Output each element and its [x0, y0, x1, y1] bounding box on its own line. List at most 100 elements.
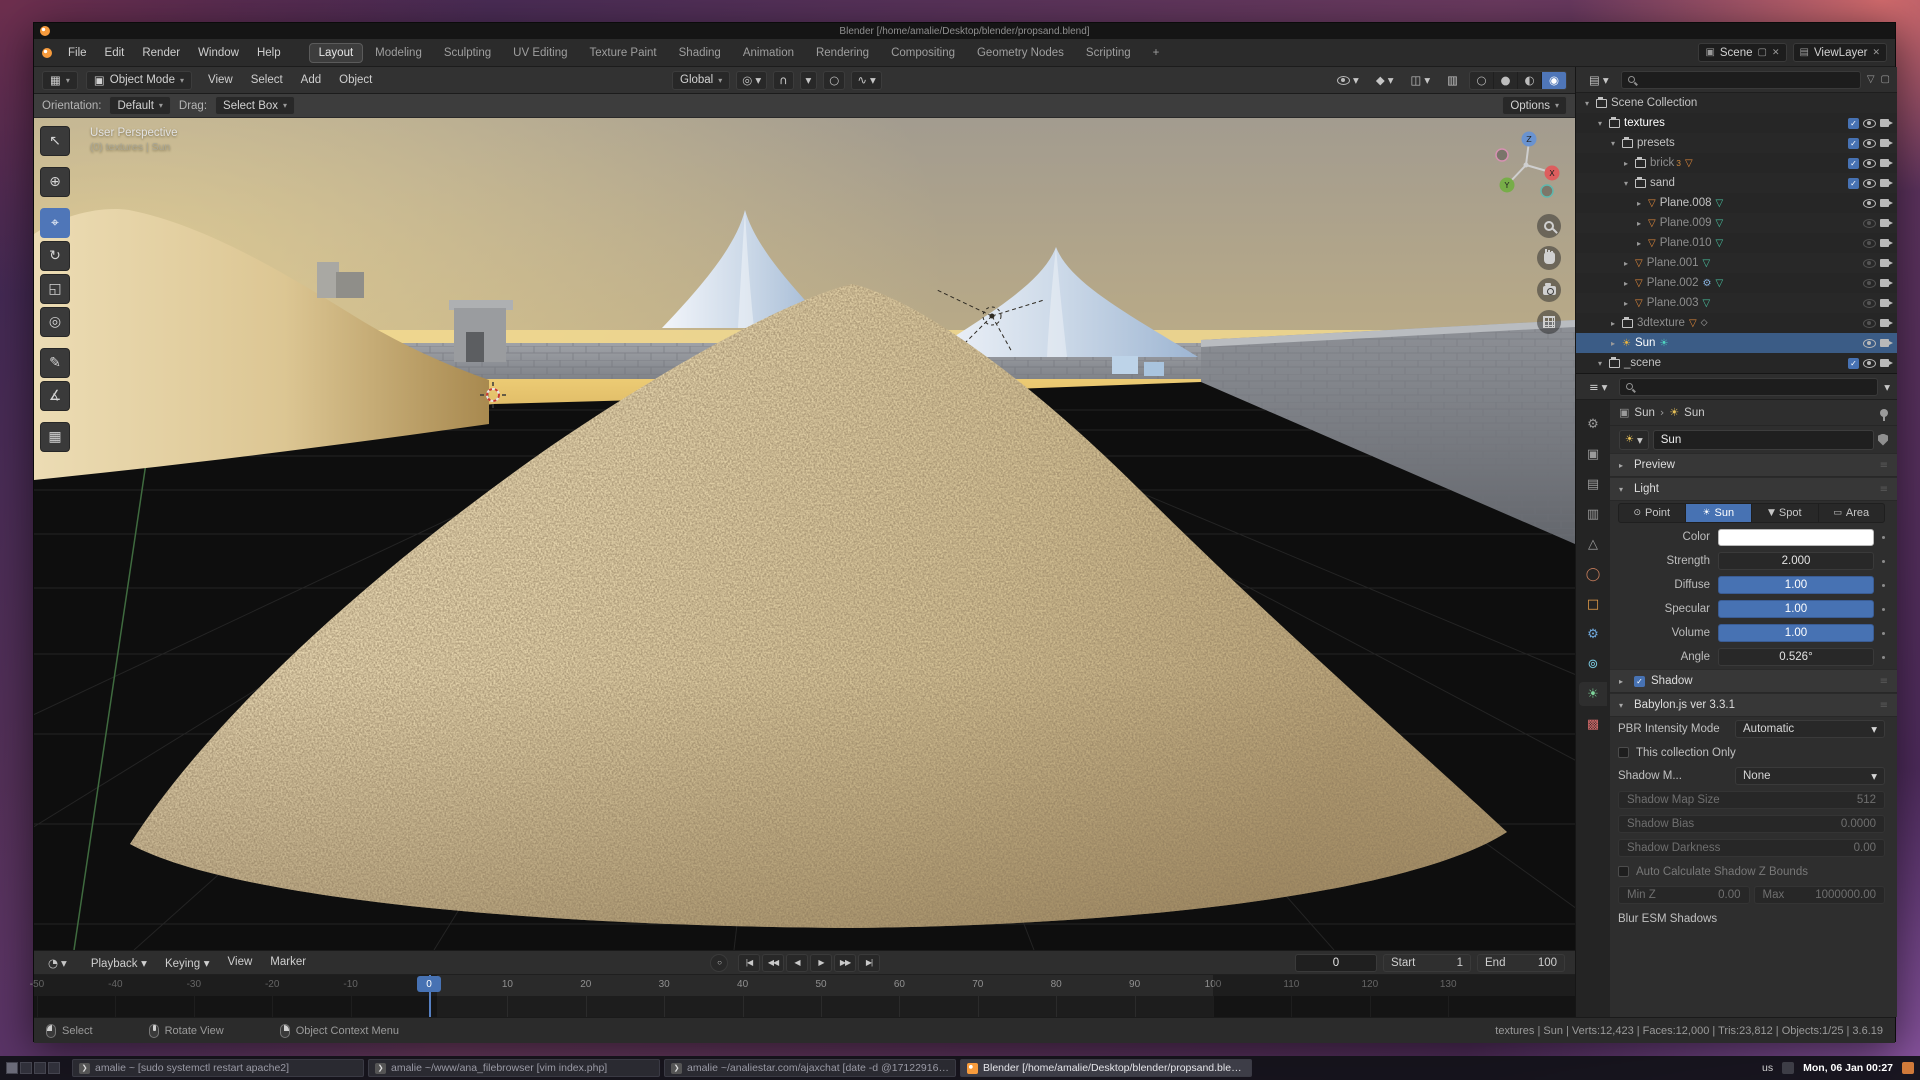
light-type-spot[interactable]: ▼Spot	[1752, 504, 1819, 522]
taskbar-clock[interactable]: Mon, 06 Jan 00:27	[1803, 1062, 1893, 1074]
properties-tab-modifiers[interactable]: ⚙	[1579, 622, 1607, 646]
properties-tab-physics[interactable]: ⊚	[1579, 652, 1607, 676]
collection-checkbox[interactable]: ✓	[1848, 178, 1859, 189]
toggle-ortho-button[interactable]	[1537, 310, 1561, 334]
diffuse-slider[interactable]: 1.00	[1718, 576, 1874, 594]
new-collection-icon[interactable]: ▢	[1881, 74, 1890, 85]
shadow-map-size-field[interactable]: Shadow Map Size 512	[1618, 791, 1885, 809]
zoom-view-button[interactable]	[1537, 214, 1561, 238]
menu-help[interactable]: Help	[249, 44, 289, 62]
orientation-dropdown[interactable]: Default ▾	[109, 96, 170, 115]
breadcrumb-data[interactable]: Sun	[1684, 407, 1704, 419]
outliner-row-sun[interactable]: ▸☀Sun☀	[1576, 333, 1897, 353]
scene-selector[interactable]: ▣ Scene ▢ ✕	[1698, 43, 1786, 62]
annotate-tool-button[interactable]: ✎	[40, 348, 70, 378]
fake-user-shield-icon[interactable]	[1878, 434, 1888, 446]
animate-dot[interactable]	[1882, 584, 1885, 587]
hide-in-viewport-toggle[interactable]	[1863, 239, 1876, 248]
disable-in-renders-toggle[interactable]	[1880, 179, 1889, 187]
filter-icon[interactable]: ▽	[1867, 74, 1875, 85]
angle-field[interactable]: 0.526°	[1718, 648, 1874, 666]
expand-arrow-icon[interactable]: ▸	[1621, 279, 1631, 288]
measure-tool-button[interactable]: ∡	[40, 381, 70, 411]
shading-rendered-button[interactable]: ◉	[1542, 72, 1566, 89]
properties-tab-view-layer[interactable]: ▥	[1579, 502, 1607, 526]
disable-in-renders-toggle[interactable]	[1880, 299, 1889, 307]
expand-arrow-icon[interactable]: ▾	[1595, 119, 1605, 128]
outliner-row-plane-009[interactable]: ▸▽Plane.009▽	[1576, 213, 1897, 233]
timeline-ruler-area[interactable]: -50-40-30-20-100102030405060708090100110…	[34, 975, 1575, 1017]
light-type-point[interactable]: ⊙Point	[1619, 504, 1686, 522]
timeline-menu-playback[interactable]: Playback ▾	[83, 953, 155, 973]
expand-arrow-icon[interactable]: ▸	[1634, 219, 1644, 228]
workspace-tab-compositing[interactable]: Compositing	[881, 43, 965, 63]
hide-in-viewport-toggle[interactable]	[1863, 299, 1876, 308]
transform-orientation-dropdown[interactable]: Global ▾	[672, 71, 730, 90]
babylon-panel-header[interactable]: ▾ Babylon.js ver 3.3.1 ≡	[1610, 693, 1897, 717]
outliner-row-plane-010[interactable]: ▸▽Plane.010▽	[1576, 233, 1897, 253]
shadow-map-dropdown[interactable]: None ▾	[1735, 767, 1885, 785]
rotate-tool-button[interactable]: ↻	[40, 241, 70, 271]
workspace-tab-modeling[interactable]: Modeling	[365, 43, 432, 63]
outliner-row-textures[interactable]: ▾textures✓	[1576, 113, 1897, 133]
properties-tab-world[interactable]: ◯	[1579, 562, 1607, 586]
properties-editor-type-button[interactable]: ≡ ▾	[1583, 377, 1613, 396]
disable-in-renders-toggle[interactable]	[1880, 159, 1889, 167]
breadcrumb-object[interactable]: Sun	[1634, 407, 1654, 419]
workspace-tab-layout[interactable]: Layout	[309, 43, 364, 63]
collection-checkbox[interactable]: ✓	[1848, 358, 1859, 369]
outliner-row-presets[interactable]: ▾presets✓	[1576, 133, 1897, 153]
expand-arrow-icon[interactable]: ▸	[1608, 339, 1618, 348]
hide-in-viewport-toggle[interactable]	[1863, 359, 1876, 368]
visibility-dropdown[interactable]: ▾	[1331, 71, 1365, 90]
current-frame-field[interactable]: 0	[1295, 954, 1377, 972]
light-type-area[interactable]: ▭Area	[1819, 504, 1885, 522]
pin-icon[interactable]	[1880, 409, 1888, 417]
cursor-tool-button[interactable]: ⊕	[40, 167, 70, 197]
hide-in-viewport-toggle[interactable]	[1863, 139, 1876, 148]
disable-in-renders-toggle[interactable]	[1880, 199, 1889, 207]
viewport-menu-object[interactable]: Object	[331, 71, 380, 89]
properties-tab-texture[interactable]: ▩	[1579, 712, 1607, 736]
outliner-row-scene[interactable]: ▾_scene✓	[1576, 353, 1897, 373]
workspace-button-3[interactable]	[34, 1062, 46, 1074]
collection-only-checkbox[interactable]	[1618, 747, 1629, 758]
outliner-row-plane-003[interactable]: ▸▽Plane.003▽	[1576, 293, 1897, 313]
expand-arrow-icon[interactable]: ▸	[1608, 319, 1618, 328]
outliner-row-sand[interactable]: ▾sand✓	[1576, 173, 1897, 193]
hide-in-viewport-toggle[interactable]	[1863, 339, 1876, 348]
transport-play[interactable]: ▶	[810, 954, 832, 972]
select-box-tool-button[interactable]: ↖	[40, 126, 70, 156]
transport-auto-keyframe[interactable]: ○	[710, 954, 728, 972]
workspace-tab-plus[interactable]: +	[1143, 43, 1170, 63]
animate-dot[interactable]	[1882, 632, 1885, 635]
light-type-sun[interactable]: ☀Sun	[1686, 504, 1753, 522]
viewport-menu-select[interactable]: Select	[243, 71, 291, 89]
timeline-menu-marker[interactable]: Marker	[262, 953, 314, 973]
disable-in-renders-toggle[interactable]	[1880, 319, 1889, 327]
gizmos-dropdown[interactable]: ◆ ▾	[1370, 71, 1400, 90]
timeline-menu-keying[interactable]: Keying ▾	[157, 953, 218, 973]
end-frame-field[interactable]: End 100	[1477, 954, 1565, 972]
pbr-intensity-dropdown[interactable]: Automatic ▾	[1735, 720, 1885, 738]
keyboard-layout-indicator[interactable]: us	[1762, 1062, 1773, 1074]
outliner-search[interactable]	[1621, 71, 1861, 89]
menu-render[interactable]: Render	[134, 44, 188, 62]
hide-in-viewport-toggle[interactable]	[1863, 199, 1876, 208]
expand-arrow-icon[interactable]: ▾	[1608, 139, 1618, 148]
taskbar-window-blender-home-amalie-de[interactable]: Blender [/home/amalie/Desktop/blender/pr…	[960, 1059, 1252, 1077]
viewport-menu-add[interactable]: Add	[293, 71, 329, 89]
specular-slider[interactable]: 1.00	[1718, 600, 1874, 618]
disable-in-renders-toggle[interactable]	[1880, 259, 1889, 267]
properties-tab-scene[interactable]: △	[1579, 532, 1607, 556]
shadow-panel-header[interactable]: ▸ ✓ Shadow ≡	[1610, 669, 1897, 693]
start-frame-field[interactable]: Start 1	[1383, 954, 1471, 972]
transport-next-keyframe[interactable]: ▶▶	[834, 954, 856, 972]
options-dropdown[interactable]: Options ▾	[1502, 96, 1567, 115]
unlink-scene-icon[interactable]: ✕	[1772, 48, 1780, 58]
workspace-tab-rendering[interactable]: Rendering	[806, 43, 879, 63]
properties-tab-render[interactable]: ▣	[1579, 442, 1607, 466]
outliner-row-plane-008[interactable]: ▸▽Plane.008▽	[1576, 193, 1897, 213]
disable-in-renders-toggle[interactable]	[1880, 339, 1889, 347]
min-z-field[interactable]: Min Z 0.00	[1618, 886, 1750, 904]
